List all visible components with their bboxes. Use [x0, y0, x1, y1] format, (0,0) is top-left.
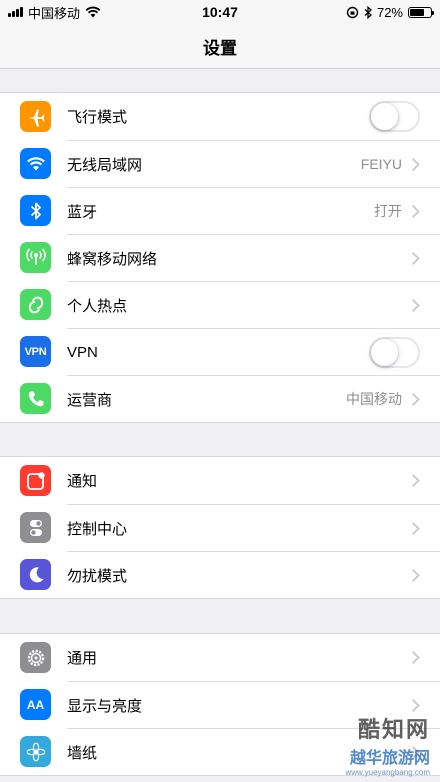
settings-row-cellular[interactable]: 蜂窝移动网络: [0, 234, 440, 281]
chevron-right-icon: [412, 568, 420, 582]
settings-row-label: 运营商: [67, 391, 113, 409]
settings-row-wallpaper[interactable]: 墙纸: [0, 728, 440, 775]
carrier-label: 中国移动: [28, 5, 81, 21]
bluetooth-icon: [20, 195, 51, 226]
settings-group-connectivity: 飞行模式无线局域网 FEIYU 蓝牙 打开蜂窝移动网络 个人热点 VPN VPN 运营商 中国移…: [0, 92, 440, 423]
settings-row-label: VPN: [67, 343, 98, 361]
toggle-knob: [371, 338, 398, 366]
status-bar: 中国移动 10:47 72%: [0, 0, 440, 24]
navigation-bar: 设置: [0, 24, 440, 69]
settings-row-label: 蜂窝移动网络: [67, 250, 158, 268]
phone-icon: [20, 383, 51, 414]
hotspot-icon: [20, 289, 51, 320]
toggle-switch[interactable]: [369, 336, 420, 368]
battery-icon: [408, 6, 434, 18]
settings-row-label: 通用: [67, 650, 98, 667]
settings-row-airplane[interactable]: 飞行模式: [0, 93, 440, 140]
airplane-icon: [20, 101, 51, 132]
settings-row-notifications[interactable]: 通知: [0, 457, 440, 504]
settings-row-label: 显示与亮度: [67, 697, 143, 715]
display-brightness-icon: AA: [20, 689, 51, 720]
battery-percent: 72%: [376, 4, 403, 20]
chevron-right-icon: [412, 204, 420, 218]
settings-row-label: 个人热点: [67, 297, 128, 315]
toggle-switch[interactable]: [369, 101, 420, 132]
settings-row-value: 中国移动: [346, 391, 402, 407]
settings-row-bluetooth[interactable]: 蓝牙 打开: [0, 187, 440, 234]
settings-row-wifi[interactable]: 无线局域网 FEIYU: [0, 140, 440, 187]
vpn-icon: VPN: [20, 336, 51, 367]
toggle-knob: [371, 103, 398, 130]
chevron-right-icon: [412, 745, 420, 759]
chevron-right-icon: [412, 251, 420, 265]
bluetooth-status-icon: [364, 5, 372, 19]
chevron-right-icon: [412, 157, 420, 171]
chevron-right-icon: [412, 392, 420, 406]
settings-row-label: 控制中心: [67, 520, 128, 538]
settings-row-label: 通知: [67, 473, 98, 490]
gear-icon: [20, 642, 51, 673]
wifi-icon: [20, 148, 51, 179]
notifications-icon: [20, 465, 51, 496]
settings-group-general: 通用 AA 显示与亮度墙纸: [0, 633, 440, 776]
settings-row-vpn[interactable]: VPN VPN: [0, 328, 440, 375]
rotation-lock-icon: [346, 6, 359, 18]
settings-row-label: 墙纸: [67, 744, 98, 762]
settings-row-hotspot[interactable]: 个人热点: [0, 281, 440, 328]
chevron-right-icon: [412, 651, 420, 664]
settings-row-display-brightness[interactable]: AA 显示与亮度: [0, 681, 440, 728]
control-center-icon: [20, 512, 51, 543]
chevron-right-icon: [412, 521, 420, 535]
page-title: 设置: [203, 38, 237, 58]
settings-row-value: FEIYU: [360, 156, 402, 172]
moon-icon: [20, 559, 51, 590]
settings-row-label: 勿扰模式: [67, 567, 128, 585]
settings-group-system: 通知控制中心勿扰模式: [0, 456, 440, 599]
settings-row-label: 蓝牙: [67, 203, 98, 221]
cellular-icon: [20, 242, 51, 273]
settings-row-gear[interactable]: 通用: [0, 634, 440, 681]
wifi-status-icon: [85, 6, 101, 18]
settings-row-control-center[interactable]: 控制中心: [0, 504, 440, 551]
settings-row-moon[interactable]: 勿扰模式: [0, 551, 440, 598]
signal-strength-icon: [8, 7, 23, 17]
chevron-right-icon: [412, 298, 420, 312]
battery-level: [410, 8, 425, 16]
settings-row-value: 打开: [374, 203, 402, 219]
chevron-right-icon: [412, 698, 420, 712]
settings-row-label: 飞行模式: [67, 109, 128, 126]
settings-row-phone[interactable]: 运营商 中国移动: [0, 375, 440, 422]
chevron-right-icon: [412, 474, 420, 487]
settings-row-label: 无线局域网: [67, 156, 143, 174]
wallpaper-icon: [20, 736, 51, 767]
